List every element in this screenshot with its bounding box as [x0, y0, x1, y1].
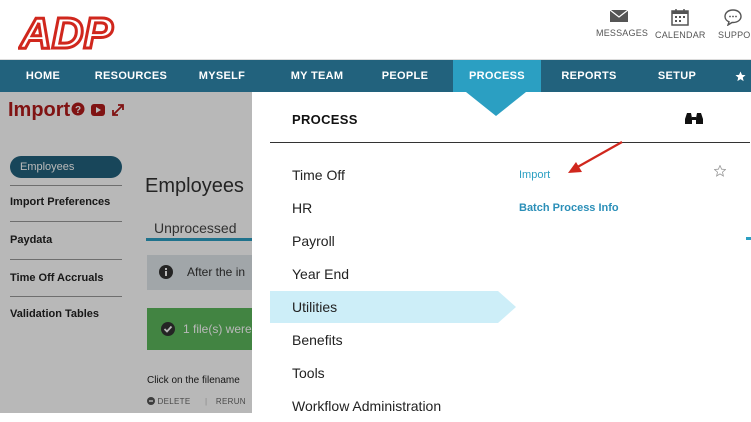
nav-process[interactable]: PROCESS [453, 60, 541, 92]
menu-item-utilities-label: Utilities [292, 299, 338, 315]
flyout-accent-fragment [746, 237, 751, 240]
nav-myself[interactable]: MYSELF [192, 60, 252, 92]
top-header: ADP MESSAGES CALENDAR SUPPO [0, 0, 751, 60]
favorite-star-icon[interactable] [714, 165, 726, 177]
binoculars-icon[interactable] [684, 110, 704, 126]
nav-setup[interactable]: SETUP [652, 60, 702, 92]
nav-people[interactable]: PEOPLE [375, 60, 435, 92]
calendar-icon [671, 9, 689, 26]
red-annotation-arrow-icon [568, 141, 623, 173]
submenu-link-batch-process-info[interactable]: Batch Process Info [519, 202, 619, 214]
support-button[interactable]: SUPPO [718, 8, 751, 54]
main-nav: HOME RESOURCES MYSELF MY TEAM PEOPLE PRO… [0, 60, 751, 92]
flyout-title: PROCESS [292, 112, 358, 127]
menu-item-payroll[interactable]: Payroll [270, 225, 498, 257]
nav-resources[interactable]: RESOURCES [90, 60, 172, 92]
menu-item-utilities[interactable]: Utilities [270, 291, 516, 323]
nav-reports[interactable]: REPORTS [553, 60, 625, 92]
adp-logo[interactable]: ADP [18, 6, 118, 60]
star-icon [735, 71, 746, 81]
menu-item-hr[interactable]: HR [270, 192, 498, 224]
support-label: SUPPO [718, 30, 751, 40]
menu-item-time-off[interactable]: Time Off [270, 159, 498, 191]
nav-active-pointer [466, 92, 526, 116]
process-flyout: PROCESS Time Off HR Payroll Year End Uti… [252, 92, 751, 414]
calendar-label: CALENDAR [655, 30, 706, 40]
nav-my-team[interactable]: MY TEAM [283, 60, 351, 92]
nav-home[interactable]: HOME [18, 60, 68, 92]
menu-active-arrow [498, 291, 516, 323]
menu-item-benefits[interactable]: Benefits [270, 324, 498, 356]
menu-item-workflow-administration[interactable]: Workflow Administration [270, 390, 498, 422]
nav-favorites[interactable] [730, 60, 751, 92]
menu-item-year-end[interactable]: Year End [270, 258, 498, 290]
envelope-icon [609, 9, 629, 22]
logo-text: ADP [19, 9, 114, 56]
messages-button[interactable]: MESSAGES [596, 8, 649, 54]
menu-item-tools[interactable]: Tools [270, 357, 498, 389]
submenu-link-import[interactable]: Import [519, 169, 550, 181]
flyout-divider [270, 142, 750, 143]
chat-bubble-icon [724, 9, 742, 26]
calendar-button[interactable]: CALENDAR [655, 8, 705, 54]
messages-label: MESSAGES [596, 28, 649, 38]
